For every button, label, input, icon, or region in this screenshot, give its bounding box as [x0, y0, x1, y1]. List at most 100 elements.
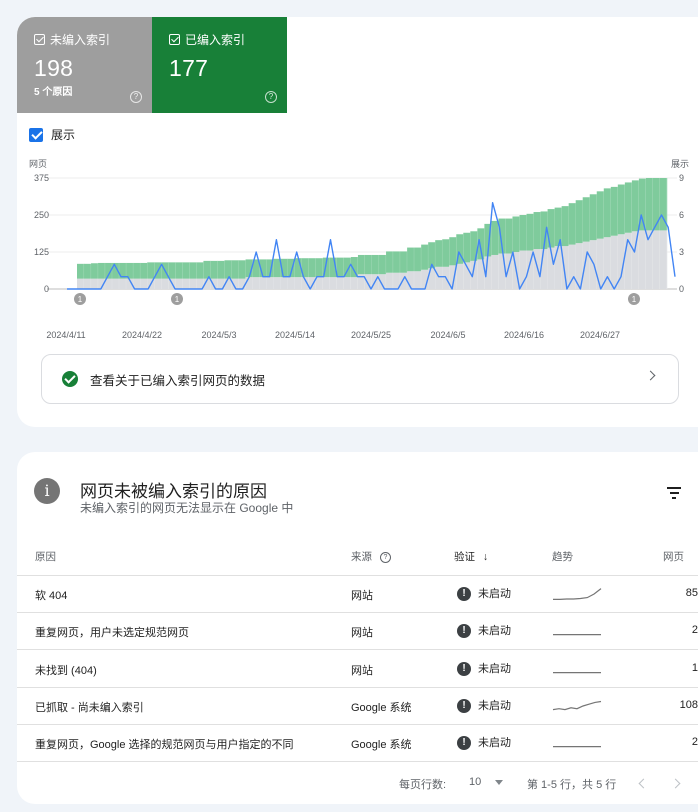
source-cell: 网站 [351, 590, 373, 602]
bar-unindexed [540, 249, 548, 289]
bar-unindexed [336, 277, 345, 289]
bar-indexed [84, 263, 92, 279]
help-icon[interactable]: ? [265, 91, 277, 103]
col-source[interactable]: 来源 ? [351, 549, 391, 564]
table-header: 原因 来源 ? 验证 ↓ 趋势 网页 [17, 542, 698, 576]
right-axis-title: 展示 [671, 159, 689, 169]
bar-indexed [372, 254, 380, 275]
x-tick-label: 2024/6/5 [430, 330, 465, 340]
bar-indexed [575, 200, 584, 244]
bar-unindexed [91, 278, 99, 289]
bar-indexed [231, 260, 239, 279]
trend-sparkline [553, 671, 601, 673]
col-reason[interactable]: 原因 [35, 549, 56, 564]
bar-unindexed [322, 277, 331, 289]
table-row[interactable]: 软 404 网站! 未启动 85 [17, 576, 698, 613]
bar-unindexed [652, 230, 661, 289]
bar-unindexed [112, 278, 120, 289]
bar-unindexed [631, 231, 640, 289]
bar-indexed [386, 251, 394, 273]
bar-unindexed [582, 241, 591, 289]
next-page-icon[interactable] [670, 778, 681, 789]
reason-cell: 已抓取 - 尚未编入索引 [35, 701, 144, 714]
show-impressions-checkbox[interactable]: 展示 [29, 126, 75, 143]
bar-unindexed [252, 277, 260, 289]
table-row[interactable]: 未找到 (404) 网站! 未启动 1 [17, 651, 698, 688]
col-source-label: 来源 [351, 551, 372, 563]
bar-unindexed [638, 230, 647, 289]
bar-indexed [400, 251, 408, 273]
bar-indexed [77, 263, 85, 279]
annotation-label: 1 [632, 295, 637, 304]
checked-checkbox-icon [29, 127, 43, 142]
bar-indexed [357, 254, 366, 275]
table-row[interactable]: 重复网页，用户未选定规范网页 网站! 未启动 2 [17, 613, 698, 651]
unindexed-stat-tab[interactable]: 未编入索引 198 5 个原因 ? [17, 17, 152, 113]
pages-cell: 108 [679, 698, 698, 711]
col-validation[interactable]: 验证 ↓ [454, 549, 488, 564]
bar-indexed [217, 260, 225, 279]
bar-unindexed [350, 277, 359, 289]
bar-indexed [168, 262, 176, 279]
alert-icon: ! [457, 698, 471, 713]
show-impressions-label: 展示 [51, 128, 76, 142]
check-circle-icon [62, 371, 78, 387]
bar-indexed [561, 206, 569, 247]
source-cell: 网站 [351, 627, 373, 640]
x-tick-label: 2024/4/11 [46, 330, 85, 340]
view-indexed-data-link[interactable]: 查看关于已编入索引网页的数据 [41, 354, 679, 404]
status-text: 未启动 [478, 625, 511, 638]
source-cell: Google 系统 [351, 739, 412, 752]
y2-tick-label: 9 [679, 173, 684, 183]
col-pages[interactable]: 网页 [663, 549, 684, 564]
view-indexed-data-label: 查看关于已编入索引网页的数据 [90, 373, 266, 388]
indexed-stat-tab[interactable]: 已编入索引 177 ? [152, 17, 287, 113]
bar-unindexed [610, 235, 619, 289]
reason-cell: 未找到 (404) [35, 664, 97, 677]
checkbox-icon [34, 34, 45, 45]
bar-indexed [519, 215, 527, 251]
bar-unindexed [568, 244, 576, 289]
x-tick-label: 2024/5/14 [275, 330, 315, 340]
bar-indexed [182, 262, 190, 279]
help-icon[interactable]: ? [130, 91, 142, 103]
source-cell: Google 系统 [351, 701, 412, 714]
validation-cell: ! 未启动 [457, 734, 511, 751]
bar-indexed [568, 203, 576, 245]
bar-indexed [364, 254, 373, 275]
bar-unindexed [386, 272, 394, 289]
pages-cell: 2 [691, 736, 698, 749]
help-icon[interactable]: ? [379, 551, 391, 563]
bar-indexed [224, 260, 232, 279]
checkbox-icon [169, 34, 180, 45]
table-row[interactable]: 重复网页，Google 选择的规范网页与用户指定的不同 Google 系统! 未启动… [17, 725, 698, 763]
bar-unindexed [315, 277, 324, 289]
y-tick-label: 375 [34, 173, 49, 183]
trend-sparkline [553, 634, 601, 636]
x-tick-label: 2024/6/27 [580, 330, 620, 340]
rows-per-page-value: 10 [469, 776, 482, 788]
sparkline-path [553, 588, 602, 600]
rows-per-page-select[interactable]: 10 [469, 776, 504, 788]
prev-page-icon[interactable] [638, 778, 649, 789]
bar-indexed [407, 247, 415, 272]
x-tick-label: 2024/5/25 [351, 330, 391, 340]
pages-cell: 2 [691, 624, 698, 637]
bar-unindexed [119, 278, 127, 289]
bar-unindexed [435, 266, 443, 289]
validation-cell: ! 未启动 [457, 585, 511, 602]
bar-indexed [463, 232, 471, 263]
bar-unindexed [554, 246, 562, 289]
bar-indexed [315, 258, 324, 278]
filter-icon[interactable] [667, 487, 681, 499]
bar-indexed [308, 258, 317, 278]
indexed-count: 177 [169, 55, 209, 81]
bar-unindexed [294, 277, 303, 289]
bar-unindexed [645, 230, 654, 289]
chevron-right-icon [645, 370, 656, 381]
table-row[interactable]: 已抓取 - 尚未编入索引 Google 系统! 未启动 108 [17, 688, 698, 725]
bar-indexed [414, 247, 422, 272]
bar-indexed [631, 180, 640, 232]
sparkline-path [552, 700, 602, 711]
table-subtitle: 未编入索引的网页无法显示在 Google 中 [80, 501, 294, 515]
